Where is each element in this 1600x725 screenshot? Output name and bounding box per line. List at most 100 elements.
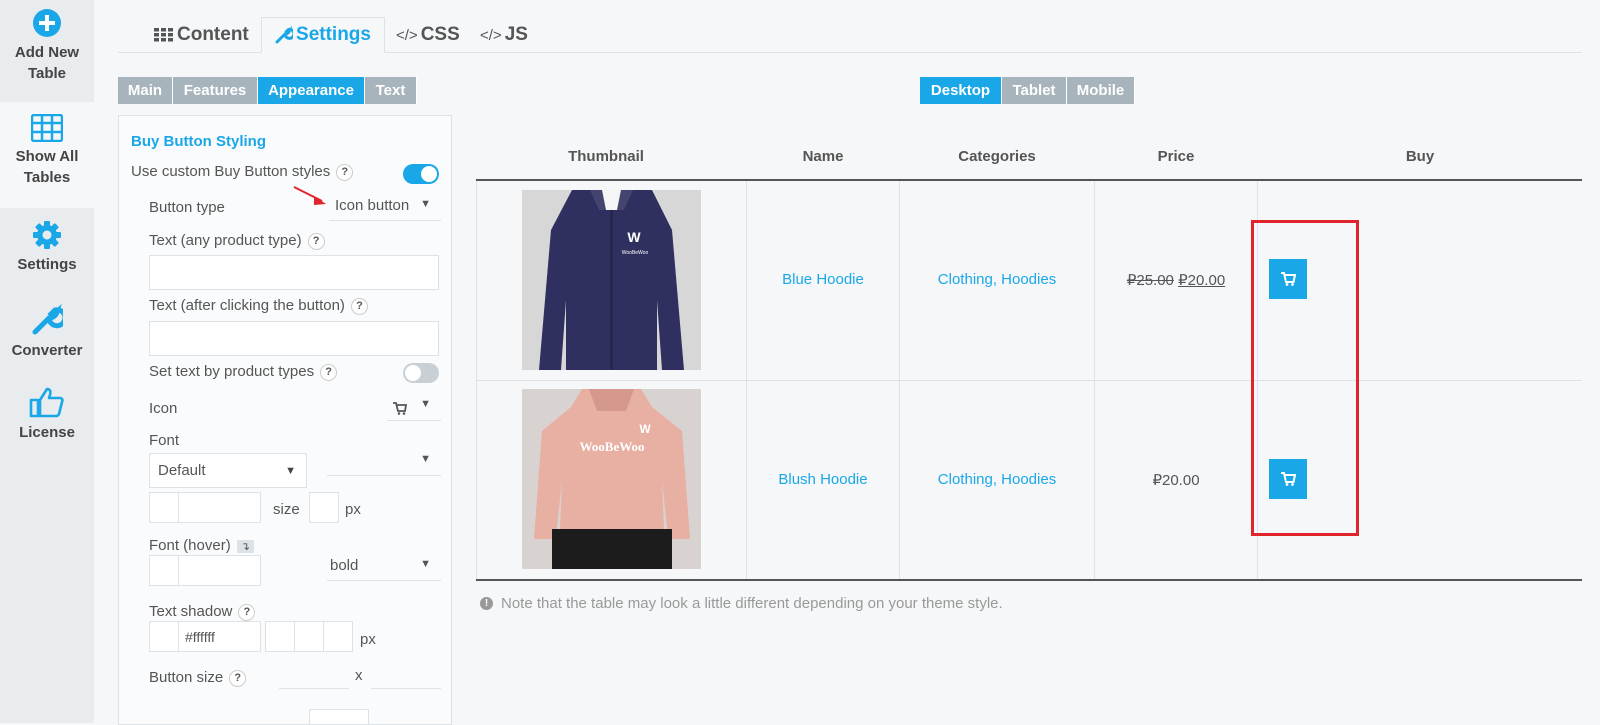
help-icon[interactable]: ? xyxy=(307,232,325,250)
text-after-label-text: Text (after clicking the button) xyxy=(149,297,345,314)
set-text-toggle[interactable] xyxy=(403,363,439,383)
sidebar-item-label: License xyxy=(19,424,75,441)
help-icon[interactable]: ? xyxy=(229,669,247,687)
hoodie-logo-text: WooBeWoo xyxy=(579,439,644,454)
text-any-label-text: Text (any product type) xyxy=(149,232,302,249)
use-custom-label-text: Use custom Buy Button styles xyxy=(131,163,331,180)
help-icon[interactable]: ? xyxy=(238,603,256,621)
column-header-categories: Categories xyxy=(958,148,1036,165)
subtab-label: Appearance xyxy=(268,82,354,99)
sidebar-item-show-all-tables[interactable]: Show All Tables xyxy=(0,102,94,208)
font-family-select[interactable]: Default ▼ xyxy=(149,453,307,488)
product-name-link[interactable]: Blush Hoodie xyxy=(747,471,899,488)
table-header-border xyxy=(476,179,1582,181)
font-size-input[interactable] xyxy=(309,492,339,523)
toggle-knob xyxy=(421,166,437,182)
font-hover-weight-select[interactable]: bold ▼ xyxy=(327,557,441,581)
column-divider xyxy=(899,181,900,579)
price-old: ₽25.00 xyxy=(1126,272,1174,289)
sidebar-item-license[interactable]: License xyxy=(0,380,94,486)
device-tab-desktop[interactable]: Desktop xyxy=(920,77,1002,104)
help-icon[interactable]: ? xyxy=(336,163,354,181)
px-label: px xyxy=(345,501,361,518)
subtab-main[interactable]: Main xyxy=(118,77,173,104)
font-hover-color-swatch[interactable] xyxy=(149,555,179,586)
device-tab-tablet[interactable]: Tablet xyxy=(1002,77,1067,104)
sidebar: Add New Table Show All Tables Settings C… xyxy=(0,0,94,723)
use-custom-label: Use custom Buy Button styles? xyxy=(131,163,354,181)
table-bottom-border xyxy=(476,579,1582,581)
button-type-label: Button type xyxy=(149,199,225,216)
font-color-swatch[interactable] xyxy=(149,492,179,523)
svg-text:W: W xyxy=(627,229,641,245)
subtab-label: Main xyxy=(127,82,163,99)
subtab-features[interactable]: Features xyxy=(173,77,258,104)
sidebar-item-add-new-table[interactable]: Add New Table xyxy=(0,0,94,106)
table-grid-icon xyxy=(31,114,63,142)
cart-icon xyxy=(393,402,407,415)
button-height-input[interactable] xyxy=(371,665,441,689)
sidebar-item-label: Show All Tables xyxy=(15,148,79,186)
tab-css[interactable]: </> CSS xyxy=(392,17,464,53)
product-name-link[interactable]: Blue Hoodie xyxy=(747,271,899,288)
text-any-input[interactable] xyxy=(149,255,439,290)
wrench-icon xyxy=(275,26,294,44)
price-new: ₽20.00 xyxy=(1178,272,1226,289)
tab-label: JS xyxy=(504,24,528,45)
column-header-name: Name xyxy=(802,148,844,165)
grid-icon xyxy=(154,28,173,42)
tab-js[interactable]: </> JS xyxy=(476,17,532,53)
font-weight-select[interactable]: ▼ xyxy=(327,452,441,476)
font-hover-color-input[interactable] xyxy=(178,555,261,586)
gear-icon xyxy=(33,221,61,249)
button-type-value: Icon button xyxy=(335,197,410,214)
subtab-appearance[interactable]: Appearance xyxy=(258,77,365,104)
sidebar-item-label: Converter xyxy=(11,342,83,359)
section-title: Buy Button Styling xyxy=(131,133,266,150)
help-icon[interactable]: ? xyxy=(320,363,338,381)
text-shadow-color-swatch[interactable] xyxy=(149,621,179,652)
font-hover-label-text: Font (hover) xyxy=(149,537,231,554)
font-family-value: Default xyxy=(158,462,206,479)
icon-label: Icon xyxy=(149,400,178,417)
theme-note-text: Note that the table may look a little di… xyxy=(501,595,1003,612)
svg-text:W: W xyxy=(639,422,651,436)
blush-hoodie-thumbnail[interactable]: WooBeWoo W xyxy=(522,389,701,569)
product-categories-link[interactable]: Clothing, Hoodies xyxy=(900,271,1094,288)
expand-arrow-icon[interactable]: ↴ xyxy=(236,540,254,553)
hoodie-logo-text: WooBeWoo xyxy=(622,250,649,256)
text-shadow-x-input[interactable] xyxy=(265,621,295,652)
device-tab-mobile[interactable]: Mobile xyxy=(1067,77,1135,104)
tab-content[interactable]: Content xyxy=(150,17,253,53)
subtab-text[interactable]: Text xyxy=(365,77,417,104)
button-size-label-text: Button size xyxy=(149,669,224,686)
font-color-input[interactable] xyxy=(178,492,261,523)
text-shadow-color-input[interactable]: #ffffff xyxy=(178,621,261,652)
chevron-down-icon: ▼ xyxy=(420,558,431,570)
text-shadow-label: Text shadow? xyxy=(149,603,256,621)
sidebar-item-label: Settings xyxy=(17,256,77,273)
text-after-input[interactable] xyxy=(149,321,439,356)
buy-button-settings-panel: Buy Button Styling Use custom Buy Button… xyxy=(118,115,452,725)
row-divider xyxy=(476,380,1582,381)
product-categories-link[interactable]: Clothing, Hoodies xyxy=(900,471,1094,488)
blue-hoodie-thumbnail[interactable]: W WooBeWoo xyxy=(522,190,701,370)
chevron-down-icon: ▼ xyxy=(420,398,431,410)
main-tabs: Content Settings </> CSS </> JS xyxy=(118,17,1582,53)
set-text-label-text: Set text by product types xyxy=(149,363,315,380)
code-icon: </> xyxy=(480,26,502,44)
button-width-input[interactable] xyxy=(279,665,349,689)
icon-select[interactable]: ▼ xyxy=(387,397,441,421)
button-type-select[interactable]: Icon button ▼ xyxy=(329,197,441,221)
help-icon[interactable]: ? xyxy=(350,297,368,315)
text-shadow-y-input[interactable] xyxy=(294,621,324,652)
plus-circle-icon xyxy=(33,9,61,37)
set-text-label: Set text by product types? xyxy=(149,363,338,381)
tab-settings[interactable]: Settings xyxy=(261,17,385,53)
text-shadow-blur-input[interactable] xyxy=(323,621,353,652)
chevron-down-icon: ▼ xyxy=(420,198,431,210)
chevron-down-icon: ▼ xyxy=(420,453,431,465)
font-label: Font xyxy=(149,432,180,449)
chevron-down-icon: ▼ xyxy=(285,465,296,477)
use-custom-toggle[interactable] xyxy=(403,164,439,184)
